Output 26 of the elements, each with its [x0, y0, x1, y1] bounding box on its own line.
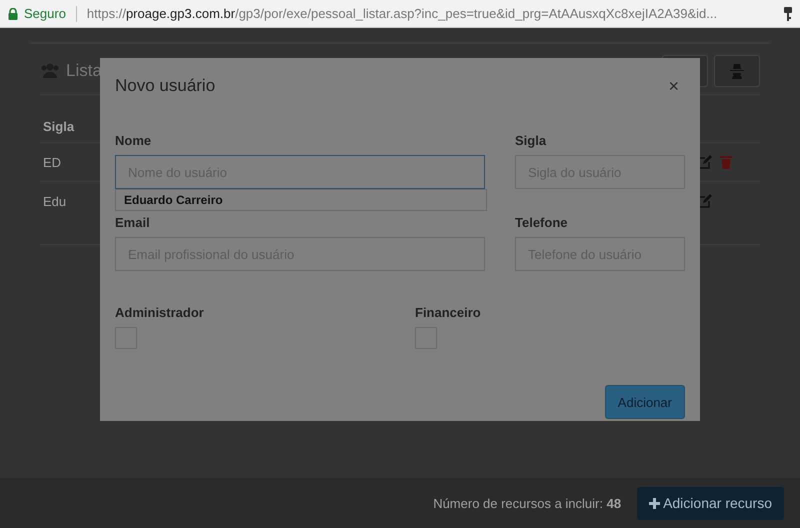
security-label: Seguro [24, 6, 66, 21]
field-label: Nome [115, 133, 152, 148]
field-label: Email [115, 215, 151, 230]
add-button[interactable]: Adicionar [604, 385, 685, 419]
page-title: Lista [66, 61, 102, 81]
lock-icon [8, 8, 18, 20]
dialog-title: Novo usuário [115, 76, 216, 96]
trash-icon[interactable] [720, 155, 732, 169]
key-icon[interactable] [784, 6, 792, 20]
checkbox-label: Financeiro [415, 305, 482, 320]
checkbox-label: Administrador [115, 305, 205, 320]
field-label: Sigla [515, 133, 548, 148]
add-resource-button[interactable]: Adicionar recurso [637, 486, 784, 520]
edit-icon[interactable] [698, 155, 712, 169]
plus-icon [649, 498, 660, 508]
table-cell: Edu [43, 194, 66, 208]
table-cell: ED [43, 154, 62, 170]
suggestion-item[interactable]: Eduardo Carreiro [116, 190, 486, 210]
edit-icon[interactable] [698, 194, 712, 208]
spy-icon [730, 63, 744, 79]
incognito-button[interactable] [714, 55, 760, 87]
field-label: Telefone [515, 215, 568, 230]
address-bar[interactable]: https://proage.gp3.com.br/gp3/por/exe/pessoal_listar.asp?inc_pes=true&id_prg=AtAAusxqXc8xejIA2A39&id... [86, 6, 778, 21]
close-button[interactable]: × [662, 76, 685, 96]
resource-count: Número de recursos a incluir: 48 [433, 496, 622, 510]
column-header: Sigla [43, 119, 74, 134]
